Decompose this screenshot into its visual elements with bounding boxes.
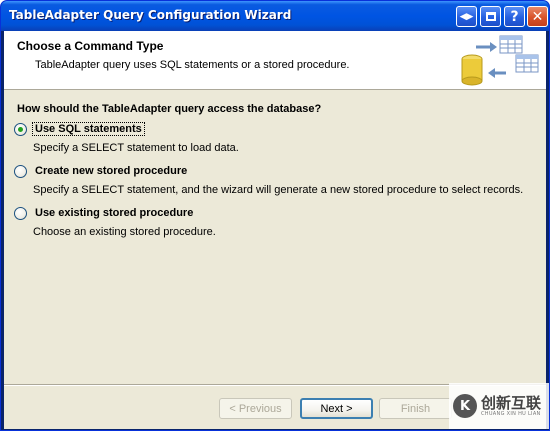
title-bar[interactable]: TableAdapter Query Configuration Wizard …	[1, 1, 549, 31]
option-description: Specify a SELECT statement, and the wiza…	[33, 184, 524, 196]
minimize-icon	[485, 12, 496, 21]
wizard-header: Choose a Command Type TableAdapter query…	[4, 31, 546, 90]
option-label[interactable]: Use existing stored procedure	[33, 207, 195, 219]
close-button[interactable]: ✕	[527, 6, 548, 27]
dialog-body: Choose a Command Type TableAdapter query…	[4, 31, 546, 429]
help-switch-button[interactable]: ◀▶	[456, 6, 477, 27]
window-title: TableAdapter Query Configuration Wizard	[9, 8, 292, 22]
watermark-logo: K 创新互联 CHUANG XIN HU LIAN	[449, 383, 549, 429]
wizard-window: TableAdapter Query Configuration Wizard …	[0, 0, 550, 431]
option-description: Specify a SELECT statement to load data.	[33, 142, 239, 154]
watermark-subtext: CHUANG XIN HU LIAN	[481, 411, 541, 417]
watermark-text: 创新互联	[481, 394, 542, 412]
option-use-sql-statements[interactable]: Use SQL statements	[14, 121, 145, 137]
help-button[interactable]: ?	[504, 6, 525, 27]
minimize-button[interactable]	[480, 6, 501, 27]
radio-use-existing-stored-procedure[interactable]	[14, 206, 27, 220]
radio-selected-dot	[18, 126, 23, 132]
page-title: Choose a Command Type	[17, 39, 164, 53]
option-use-existing-stored-procedure[interactable]: Use existing stored procedure	[14, 205, 195, 221]
page-description: TableAdapter query uses SQL statements o…	[35, 59, 350, 71]
previous-button[interactable]: < Previous	[219, 398, 292, 419]
close-icon: ✕	[531, 8, 544, 25]
radio-use-sql-statements[interactable]	[14, 122, 27, 136]
option-create-new-stored-procedure[interactable]: Create new stored procedure	[14, 163, 189, 179]
finish-button[interactable]: Finish	[379, 398, 452, 419]
radio-create-new-stored-procedure[interactable]	[14, 164, 27, 178]
watermark-icon: K	[453, 394, 477, 418]
database-table-icon	[461, 35, 539, 86]
option-label[interactable]: Create new stored procedure	[33, 165, 189, 177]
option-label[interactable]: Use SQL statements	[32, 122, 145, 136]
help-icon: ?	[510, 8, 519, 25]
option-description: Choose an existing stored procedure.	[33, 226, 216, 238]
next-button[interactable]: Next >	[300, 398, 373, 419]
access-question: How should the TableAdapter query access…	[17, 103, 322, 115]
help-switch-icon: ◀▶	[459, 11, 474, 22]
